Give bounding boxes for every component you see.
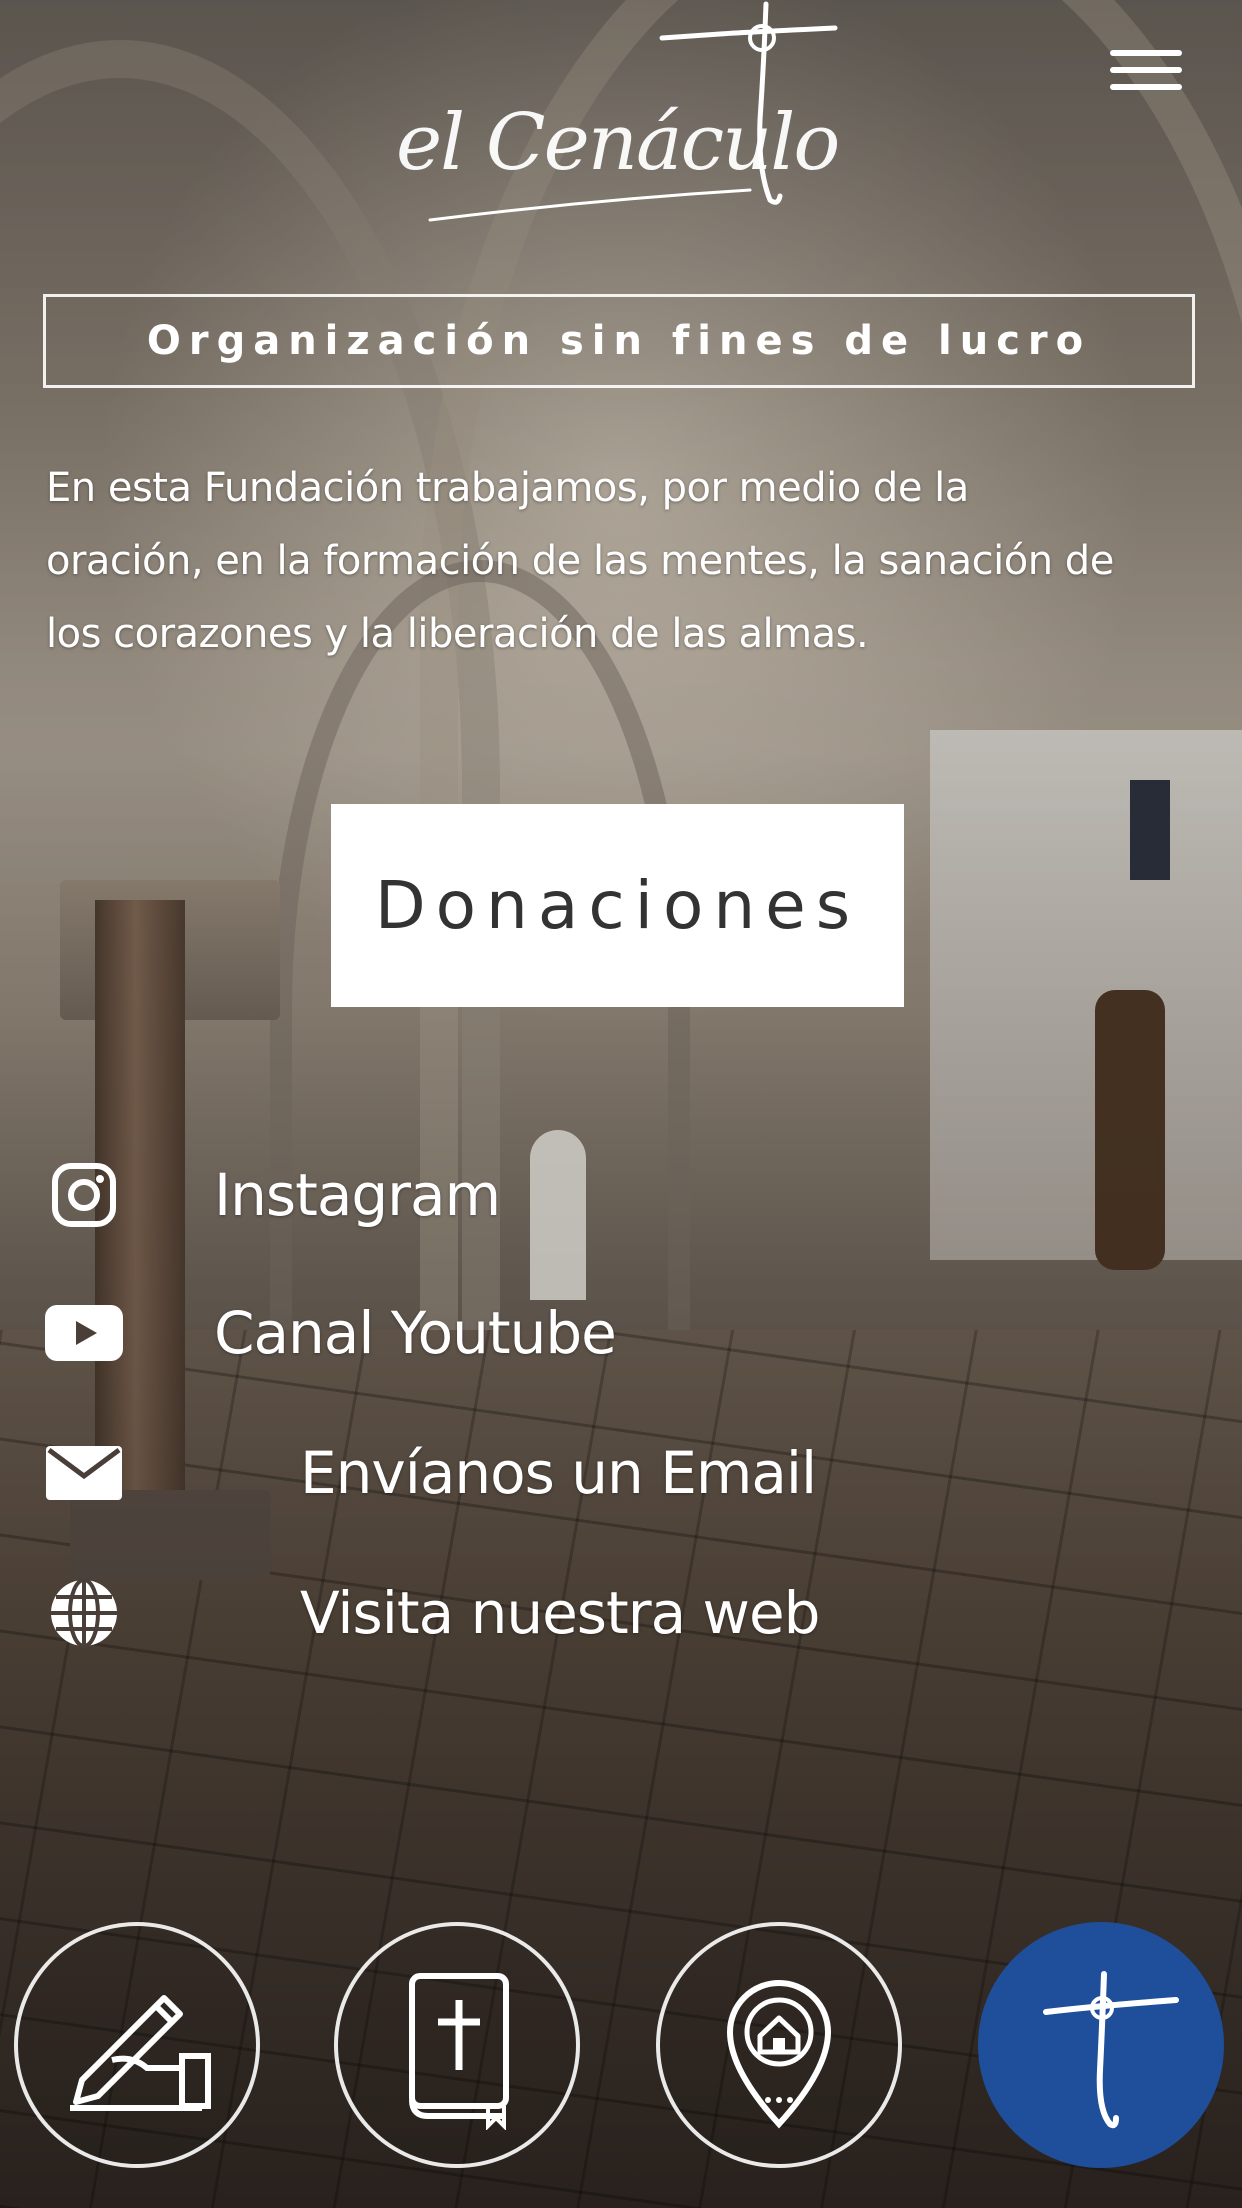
- mail-icon: [44, 1433, 124, 1513]
- instagram-link[interactable]: Instagram: [44, 1150, 501, 1240]
- home-logo-button[interactable]: [978, 1922, 1224, 2168]
- website-label: Visita nuestra web: [300, 1579, 820, 1647]
- prayer-request-icon: [70, 1995, 211, 2111]
- website-link[interactable]: Visita nuestra web: [44, 1568, 820, 1658]
- logo-text: el Cenáculo: [396, 98, 840, 188]
- intro-line-2: oración, en la formación de las mentes, …: [46, 538, 1114, 584]
- tagline-banner: Organización sin fines de lucro: [43, 294, 1195, 388]
- youtube-icon: [44, 1293, 124, 1373]
- location-button[interactable]: [656, 1922, 902, 2168]
- donate-button[interactable]: Donaciones: [331, 804, 904, 1007]
- intro-text: En esta Fundación trabajamos, por medio …: [46, 452, 1196, 671]
- cenaculo-logo: el Cenáculo: [390, 0, 850, 230]
- hamburger-menu-icon[interactable]: [1110, 50, 1182, 110]
- intro-line-1: En esta Fundación trabajamos, por medio …: [46, 465, 969, 511]
- email-label: Envíanos un Email: [300, 1439, 817, 1507]
- globe-icon: [44, 1573, 124, 1653]
- instagram-label: Instagram: [214, 1161, 501, 1229]
- youtube-label: Canal Youtube: [214, 1299, 617, 1367]
- bible-icon: [409, 1973, 509, 2130]
- bible-button[interactable]: [334, 1922, 580, 2168]
- cross-logo-icon: [1043, 1971, 1179, 2129]
- location-home-icon: [726, 1980, 832, 2129]
- prayer-request-button[interactable]: [14, 1922, 260, 2168]
- email-link[interactable]: Envíanos un Email: [44, 1428, 817, 1518]
- youtube-link[interactable]: Canal Youtube: [44, 1288, 617, 1378]
- instagram-icon: [44, 1155, 124, 1235]
- intro-line-3: los corazones y la liberación de las alm…: [46, 611, 869, 657]
